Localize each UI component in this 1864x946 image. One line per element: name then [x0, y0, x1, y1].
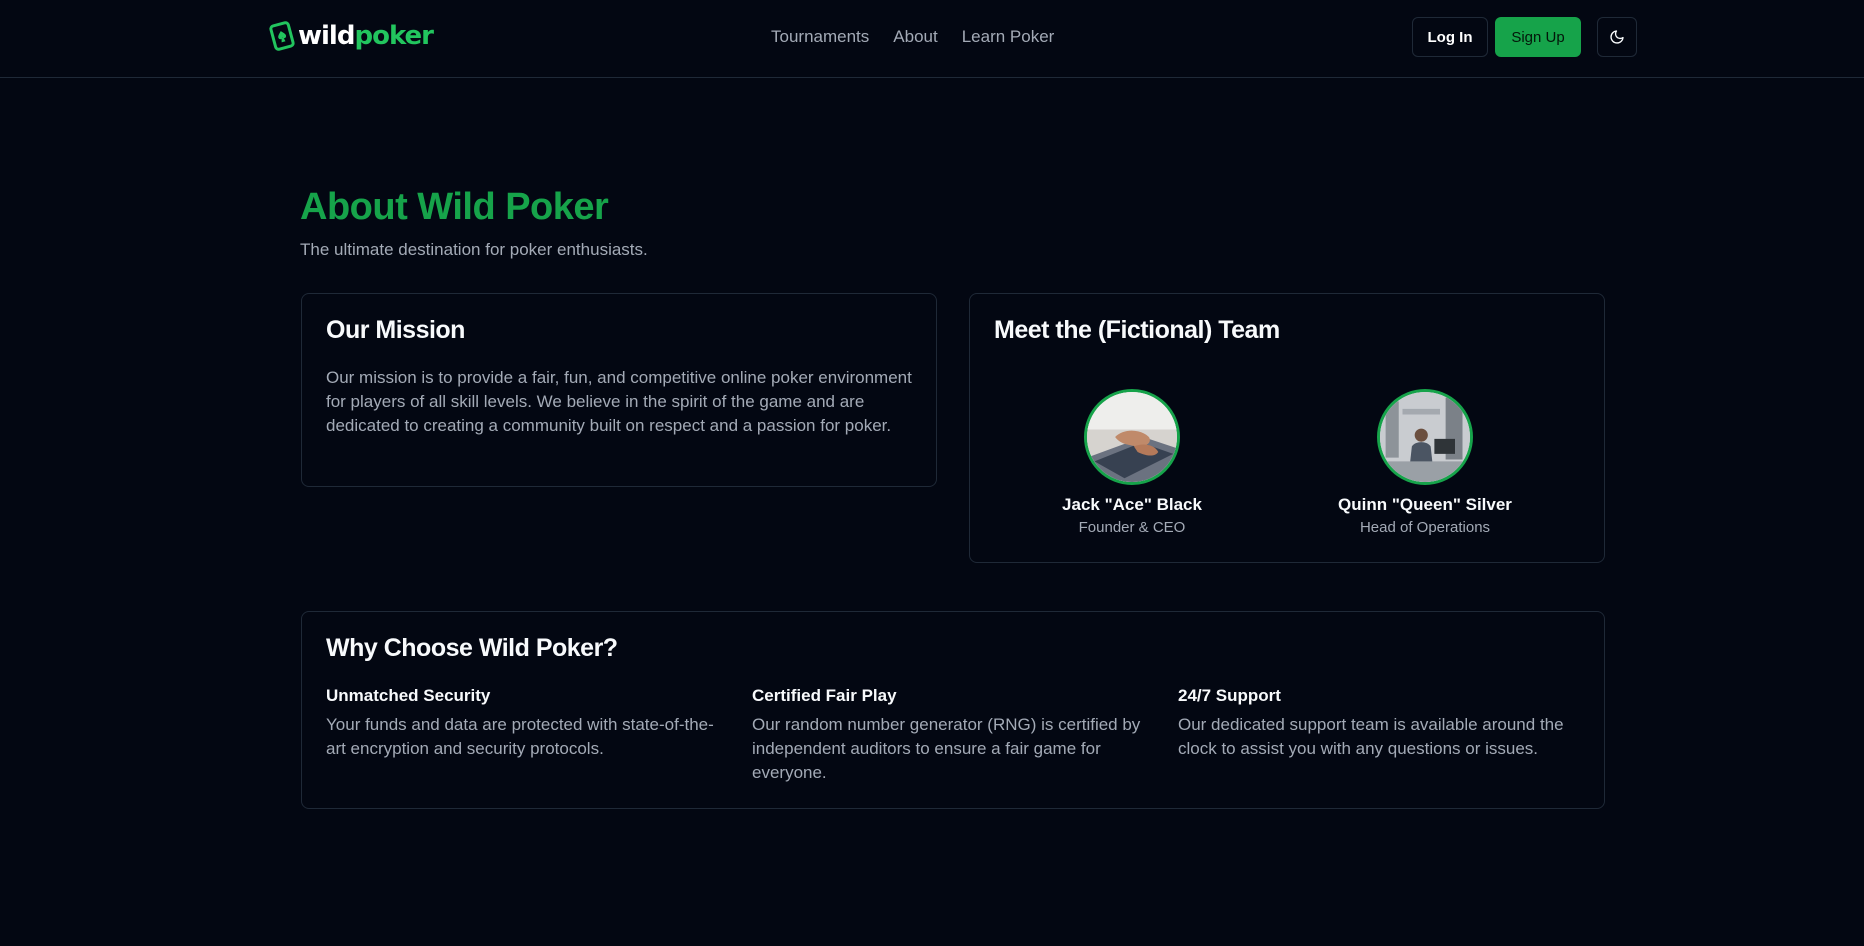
office-worker-photo-icon: [1380, 392, 1470, 482]
login-button[interactable]: Log In: [1412, 17, 1488, 57]
team-member: Jack "Ace" Black Founder & CEO: [1032, 389, 1232, 536]
feature-text: Our random number generator (RNG) is cer…: [752, 715, 1141, 782]
logo-word-poker: poker: [354, 21, 434, 51]
team-title: Meet the (Fictional) Team: [994, 316, 1280, 344]
page-subtitle: The ultimate destination for poker enthu…: [300, 240, 648, 259]
feature-fair-play: Certified Fair Play Our random number ge…: [752, 686, 1152, 785]
why-title: Why Choose Wild Poker?: [326, 634, 618, 662]
nav-about[interactable]: About: [893, 26, 937, 48]
theme-toggle-button[interactable]: [1597, 17, 1637, 57]
moon-icon: [1610, 30, 1624, 44]
member-name: Jack "Ace" Black: [1062, 495, 1202, 514]
team-card: Meet the (Fictional) Team Jack "Ace" Bla…: [969, 293, 1605, 563]
member-name: Quinn "Queen" Silver: [1338, 495, 1512, 514]
feature-text: Your funds and data are protected with s…: [326, 715, 714, 758]
page-title: About Wild Poker: [300, 186, 609, 228]
feature-text: Our dedicated support team is available …: [1178, 715, 1564, 758]
member-role: Founder & CEO: [1078, 519, 1186, 536]
logo-link[interactable]: wildpoker: [269, 18, 434, 54]
avatar: [1377, 389, 1473, 485]
feature-title: Unmatched Security: [326, 686, 491, 705]
mission-text: Our mission is to provide a fair, fun, a…: [326, 368, 912, 435]
logo-word-wild: wild: [298, 21, 355, 51]
feature-title: Certified Fair Play: [752, 686, 897, 705]
mission-title: Our Mission: [326, 316, 465, 344]
logo-wordmark: wildpoker: [298, 21, 434, 51]
nav-learn-poker[interactable]: Learn Poker: [962, 26, 1055, 48]
feature-security: Unmatched Security Your funds and data a…: [326, 686, 726, 761]
member-role: Head of Operations: [1359, 519, 1491, 536]
signup-button[interactable]: Sign Up: [1495, 17, 1581, 57]
nav-tournaments[interactable]: Tournaments: [771, 26, 869, 48]
avatar: [1084, 389, 1180, 485]
spade-card-logo-icon: [269, 21, 295, 51]
mission-card: Our Mission Our mission is to provide a …: [301, 293, 937, 487]
feature-support: 24/7 Support Our dedicated support team …: [1178, 686, 1578, 761]
why-choose-card: Why Choose Wild Poker? Unmatched Securit…: [301, 611, 1605, 809]
typing-hands-photo-icon: [1087, 392, 1177, 482]
team-member: Quinn "Queen" Silver Head of Operations: [1325, 389, 1525, 536]
main-nav: Tournaments About Learn Poker: [771, 26, 1054, 48]
feature-title: 24/7 Support: [1178, 686, 1281, 705]
site-header: wildpoker Tournaments About Learn Poker …: [0, 0, 1864, 78]
